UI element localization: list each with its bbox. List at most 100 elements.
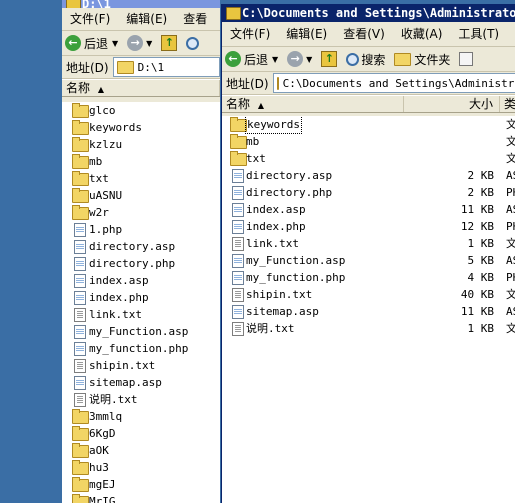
list-item[interactable]: mb 文 — [222, 133, 515, 150]
list-item[interactable]: my_Function.asp 5 KB AS — [222, 252, 515, 269]
forward-dropdown-icon[interactable]: ▼ — [146, 39, 152, 48]
column-header-name[interactable]: 名称 ▲ — [222, 96, 404, 112]
list-item[interactable]: my_Function.asp — [62, 323, 220, 340]
list-item[interactable]: keywords — [62, 119, 220, 136]
up-folder-button[interactable]: ↑ — [318, 51, 340, 67]
list-item[interactable]: aOK — [62, 442, 220, 459]
file-size: 1 KB — [467, 237, 495, 250]
web-page-icon — [74, 223, 86, 237]
list-item[interactable]: directory.php — [62, 255, 220, 272]
search-icon — [186, 36, 200, 50]
menu-edit[interactable]: 编辑(E) — [118, 8, 175, 30]
search-button[interactable] — [183, 36, 204, 50]
list-item[interactable]: keywords 文 — [222, 116, 515, 134]
list-item[interactable]: kzlzu — [62, 136, 220, 153]
web-page-icon — [74, 291, 86, 305]
folders-icon — [394, 52, 412, 66]
file-name: 6KgD — [89, 427, 116, 440]
file-name: keywords — [245, 116, 302, 134]
column-header-name[interactable]: 名称 ▲ — [62, 80, 220, 96]
menu-view[interactable]: 查看(V) — [335, 22, 393, 46]
folders-button[interactable]: 文件夹 — [391, 51, 453, 68]
list-item[interactable]: sitemap.asp 11 KB AS — [222, 303, 515, 320]
search-button[interactable]: 搜索 — [343, 51, 388, 68]
file-name: txt — [89, 172, 109, 185]
list-item[interactable]: index.asp 11 KB AS — [222, 201, 515, 218]
list-item[interactable]: my_function.php — [62, 340, 220, 357]
back-arrow-icon: ← — [65, 35, 81, 51]
forward-button[interactable]: → ▼ — [284, 51, 315, 67]
folder-icon — [72, 171, 89, 186]
list-item[interactable]: hu3 — [62, 459, 220, 476]
menu-tools[interactable]: 工具(T) — [450, 22, 507, 46]
list-item[interactable]: 说明.txt — [62, 391, 220, 408]
front-window-titlebar[interactable]: C:\Documents and Settings\Administrator — [222, 4, 515, 22]
back-dropdown-icon[interactable]: ▼ — [272, 55, 278, 64]
list-item[interactable]: 1.php — [62, 221, 220, 238]
column-header-type[interactable]: 类 — [500, 96, 515, 112]
list-item[interactable]: directory.php 2 KB PH — [222, 184, 515, 201]
menu-file[interactable]: 文件(F) — [222, 22, 278, 46]
list-item[interactable]: directory.asp 2 KB AS — [222, 167, 515, 184]
menu-file[interactable]: 文件(F) — [62, 8, 118, 30]
list-item[interactable]: directory.asp — [62, 238, 220, 255]
list-item[interactable]: index.php — [62, 289, 220, 306]
folder-icon — [72, 409, 89, 424]
list-item[interactable]: index.asp — [62, 272, 220, 289]
text-file-icon — [232, 322, 244, 336]
menu-view[interactable]: 查看 — [175, 8, 215, 30]
text-file-icon — [74, 393, 86, 407]
file-name: uASNU — [89, 189, 123, 202]
list-item[interactable]: glco — [62, 102, 220, 119]
list-item[interactable]: sitemap.asp — [62, 374, 220, 391]
list-item[interactable]: 3mmlq — [62, 408, 220, 425]
up-folder-button[interactable]: ↑ — [158, 35, 180, 51]
back-button[interactable]: ← 后退 ▼ — [222, 51, 281, 68]
list-item[interactable]: txt — [62, 170, 220, 187]
list-item[interactable]: shipin.txt — [62, 357, 220, 374]
file-name: index.php — [246, 220, 306, 233]
web-page-icon — [232, 220, 244, 234]
forward-dropdown-icon[interactable]: ▼ — [306, 55, 312, 64]
list-item[interactable]: shipin.txt 40 KB 文 — [222, 286, 515, 303]
back-window: D:\1 文件(F) 编辑(E) 查看 ← 后退 ▼ → ▼ ↑ 地址(D) D:\… — [62, 0, 220, 503]
file-type: AS — [506, 169, 515, 182]
front-window: C:\Documents and Settings\Administrator … — [221, 4, 515, 503]
column-header-size[interactable]: 大小 — [404, 96, 500, 112]
list-item[interactable]: 6KgD — [62, 425, 220, 442]
list-item[interactable]: index.php 12 KB PH — [222, 218, 515, 235]
address-field[interactable]: C:\Documents and Settings\Administrator — [272, 73, 515, 93]
folder-icon — [72, 188, 89, 203]
file-name: shipin.txt — [89, 359, 156, 372]
web-page-icon — [74, 274, 86, 288]
list-item[interactable]: txt 文 — [222, 150, 515, 167]
back-window-titlebar[interactable]: D:\1 — [62, 0, 220, 8]
list-item[interactable]: 说明.txt 1 KB 文 — [222, 320, 515, 337]
front-window-menubar: 文件(F) 编辑(E) 查看(V) 收藏(A) 工具(T) — [222, 22, 515, 47]
folders-button-label: 文件夹 — [414, 52, 451, 67]
file-name: index.php — [89, 291, 149, 304]
address-field[interactable]: D:\1 — [112, 57, 220, 77]
list-item[interactable]: uASNU — [62, 187, 220, 204]
file-name: 3mmlq — [89, 410, 123, 423]
back-button-label: 后退 — [84, 36, 109, 51]
list-item[interactable]: mgEJ — [62, 476, 220, 493]
search-icon — [346, 52, 360, 66]
list-item[interactable]: link.txt 1 KB 文 — [222, 235, 515, 252]
list-item[interactable]: my_function.php 4 KB PH — [222, 269, 515, 286]
list-item[interactable]: link.txt — [62, 306, 220, 323]
list-item[interactable]: w2r — [62, 204, 220, 221]
folder-icon — [72, 103, 89, 118]
forward-button[interactable]: → ▼ — [124, 35, 155, 51]
back-button[interactable]: ← 后退 ▼ — [62, 35, 121, 52]
back-dropdown-icon[interactable]: ▼ — [112, 39, 118, 48]
move-to-button[interactable] — [456, 52, 476, 66]
address-label: 地址(D) — [66, 60, 109, 75]
file-name: txt — [246, 152, 266, 165]
menu-favorites[interactable]: 收藏(A) — [393, 22, 451, 46]
list-item[interactable]: mb — [62, 153, 220, 170]
list-item[interactable]: MrIG — [62, 493, 220, 503]
menu-edit[interactable]: 编辑(E) — [278, 22, 335, 46]
column-header-name-label: 名称 — [66, 81, 91, 95]
file-type: 文 — [506, 235, 515, 252]
